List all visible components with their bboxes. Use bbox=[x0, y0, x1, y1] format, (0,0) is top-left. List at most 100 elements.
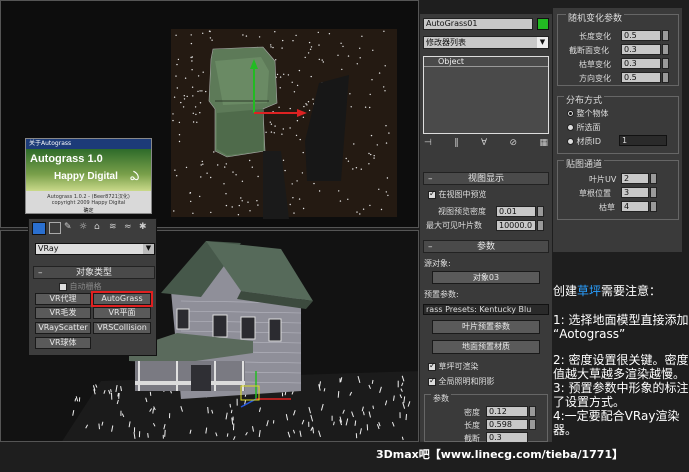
vr-sphere-button[interactable]: VR球体 bbox=[35, 337, 91, 349]
max-count-field[interactable]: 10000.0 bbox=[496, 220, 536, 231]
vrayscatter-button[interactable]: VRayScatter bbox=[35, 322, 91, 334]
remove-modifier-icon[interactable]: ⊘ bbox=[510, 138, 518, 152]
instruction-notes: 创建草坪需要注意： 1: 选择地面模型直接添加 “Aotograss” 2: 密… bbox=[553, 282, 689, 462]
global-gi-label: 全局照明和阴影 bbox=[438, 377, 495, 386]
random-length-field[interactable]: 0.5 bbox=[621, 30, 661, 41]
random-section-label: 截断面变化 bbox=[569, 46, 609, 55]
map-channel-title: 贴图通道 bbox=[564, 157, 605, 170]
auto-grid-label: 自动栅格 bbox=[69, 282, 102, 291]
create-panel: ✎ ☼ ⌂ ≋ ≈ ✱ VRay ▼ – 对象类型 自动栅格 VR代理 AutoG… bbox=[28, 218, 157, 356]
about-dialog-titlebar[interactable]: 关于Autograss bbox=[26, 139, 151, 149]
length-field[interactable]: 0.598 bbox=[486, 419, 528, 430]
random-dry-spinner[interactable] bbox=[662, 58, 669, 69]
modifier-stack[interactable]: Object bbox=[423, 56, 549, 134]
systems-icon[interactable]: ✱ bbox=[139, 222, 151, 234]
random-section-spinner[interactable] bbox=[662, 44, 669, 55]
show-end-result-icon[interactable]: ‖ bbox=[454, 138, 459, 152]
about-ok-button[interactable]: 确定 bbox=[26, 207, 151, 214]
autograss-button[interactable]: AutoGrass bbox=[91, 291, 153, 307]
random-direction-spinner[interactable] bbox=[662, 72, 669, 83]
params-rollout-header[interactable]: – 参数 bbox=[423, 240, 549, 253]
dist-selected-faces-radio[interactable] bbox=[567, 124, 574, 131]
grass-renderable-checkbox[interactable] bbox=[428, 361, 436, 371]
category-dropdown[interactable]: VRay ▼ bbox=[35, 243, 155, 255]
notes-title-pre: 创建 bbox=[553, 284, 578, 298]
map-root-pos-label: 草根位置 bbox=[579, 189, 611, 198]
map-root-pos-spinner[interactable] bbox=[650, 187, 657, 198]
section-field[interactable]: 0.3 bbox=[486, 432, 528, 443]
preview-density-field[interactable]: 0.01 bbox=[496, 206, 536, 217]
modifier-list-dropdown[interactable]: 修改器列表 ▼ bbox=[423, 36, 549, 49]
length-spinner[interactable] bbox=[529, 419, 536, 430]
modify-panel: AutoGrass01 修改器列表 ▼ Object ⊣ ‖ ∀ ⊘ ▦ – 视图… bbox=[420, 14, 552, 443]
map-blade-uv-field[interactable]: 2 bbox=[621, 173, 649, 184]
max-count-spinner[interactable] bbox=[537, 220, 544, 231]
cameras-icon[interactable]: ⌂ bbox=[94, 222, 106, 234]
density-spinner[interactable] bbox=[529, 406, 536, 417]
map-dry-spinner[interactable] bbox=[650, 201, 657, 212]
create-tab-icon[interactable] bbox=[32, 222, 46, 235]
category-dropdown-value: VRay bbox=[38, 244, 59, 253]
object-type-rollout-header[interactable]: – 对象类型 bbox=[33, 266, 155, 279]
dist-selected-faces-row[interactable]: 所选面 bbox=[567, 122, 601, 133]
map-root-pos-field[interactable]: 3 bbox=[621, 187, 649, 198]
grass-renderable-label: 草坪可渲染 bbox=[438, 362, 479, 371]
dist-whole-object-row[interactable]: 整个物体 bbox=[567, 108, 609, 119]
ground-material-button[interactable]: 地面预置材质 bbox=[432, 340, 540, 354]
material-id-field[interactable]: 1 bbox=[619, 135, 667, 146]
geometry-icon[interactable] bbox=[49, 222, 61, 234]
helpers-icon[interactable]: ≋ bbox=[109, 222, 121, 234]
vr-fur-button[interactable]: VR毛发 bbox=[35, 307, 91, 319]
auto-grid-row[interactable]: 自动栅格 bbox=[59, 281, 102, 292]
dist-material-id-label: 材质ID bbox=[576, 137, 602, 146]
pin-stack-icon[interactable]: ⊣ bbox=[424, 138, 432, 152]
stack-item-object[interactable]: Object bbox=[424, 57, 548, 67]
object-name-field[interactable]: AutoGrass01 bbox=[423, 18, 533, 30]
make-unique-icon[interactable]: ∀ bbox=[481, 138, 487, 152]
object-type-title: 对象类型 bbox=[75, 268, 112, 278]
map-channel-group: 贴图通道 bbox=[557, 157, 679, 220]
happy-digital-logo-icon: ఎ bbox=[130, 169, 140, 184]
params-rollout-title: 参数 bbox=[476, 242, 495, 252]
lights-icon[interactable]: ☼ bbox=[79, 222, 91, 234]
map-dry-field[interactable]: 4 bbox=[621, 201, 649, 212]
random-dry-label: 枯草变化 bbox=[579, 60, 611, 69]
stack-toolbar: ⊣ ‖ ∀ ⊘ ▦ bbox=[424, 138, 548, 152]
note-item-4: 4:一定要配合VRay渲染器。 bbox=[553, 409, 680, 437]
grass-renderable-row[interactable]: 草坪可渲染 bbox=[428, 361, 479, 372]
random-direction-field[interactable]: 0.5 bbox=[621, 72, 661, 83]
about-copyright: copyright 2009 Happy Digital bbox=[51, 200, 126, 206]
auto-grid-checkbox[interactable] bbox=[59, 282, 67, 291]
preset-dropdown[interactable]: rass Presets: Kentucky Blu bbox=[423, 304, 549, 315]
density-field[interactable]: 0.12 bbox=[486, 406, 528, 417]
vr-proxy-button[interactable]: VR代理 bbox=[35, 293, 91, 305]
watermark: 3Dmax吧【www.linecg.com/tieba/1771】 bbox=[376, 448, 624, 461]
dist-selected-faces-label: 所选面 bbox=[576, 123, 601, 132]
preview-in-view-row[interactable]: 在视图中预览 bbox=[428, 189, 487, 200]
random-section-field[interactable]: 0.3 bbox=[621, 44, 661, 55]
note-item-1: 1: 选择地面模型直接添加 “Aotograss” bbox=[553, 313, 689, 341]
shapes-icon[interactable]: ✎ bbox=[64, 222, 76, 234]
random-length-spinner[interactable] bbox=[662, 30, 669, 41]
random-dry-field[interactable]: 0.3 bbox=[621, 58, 661, 69]
random-group-title: 随机变化参数 bbox=[566, 11, 625, 24]
map-blade-uv-spinner[interactable] bbox=[650, 173, 657, 184]
preview-density-spinner[interactable] bbox=[537, 206, 544, 217]
chevron-down-icon: ▼ bbox=[537, 37, 548, 48]
preview-in-view-checkbox[interactable] bbox=[428, 189, 436, 199]
display-rollout-header[interactable]: – 视图显示 bbox=[423, 172, 549, 185]
global-gi-row[interactable]: 全局照明和阴影 bbox=[428, 376, 495, 387]
dist-whole-object-radio[interactable] bbox=[567, 110, 574, 117]
about-version: Autograss 1.0.2 - (Beer8721汉化) bbox=[47, 194, 130, 200]
global-gi-checkbox[interactable] bbox=[428, 376, 436, 386]
dist-material-id-radio[interactable] bbox=[567, 138, 574, 145]
source-object-button[interactable]: 对象03 bbox=[432, 271, 540, 284]
blade-preset-button[interactable]: 叶片预置参数 bbox=[432, 320, 540, 334]
spacewarps-icon[interactable]: ≈ bbox=[124, 222, 136, 234]
note-item-2: 2: 密度设置很关键。密度值越大草越多渲染越慢。 bbox=[553, 353, 689, 381]
configure-sets-icon[interactable]: ▦ bbox=[539, 138, 548, 152]
dist-material-id-row[interactable]: 材质ID bbox=[567, 136, 601, 147]
vr-plane-button[interactable]: VR平面 bbox=[93, 307, 151, 319]
vrscollision-button[interactable]: VRSCollision bbox=[93, 322, 151, 334]
object-color-swatch[interactable] bbox=[537, 18, 549, 30]
